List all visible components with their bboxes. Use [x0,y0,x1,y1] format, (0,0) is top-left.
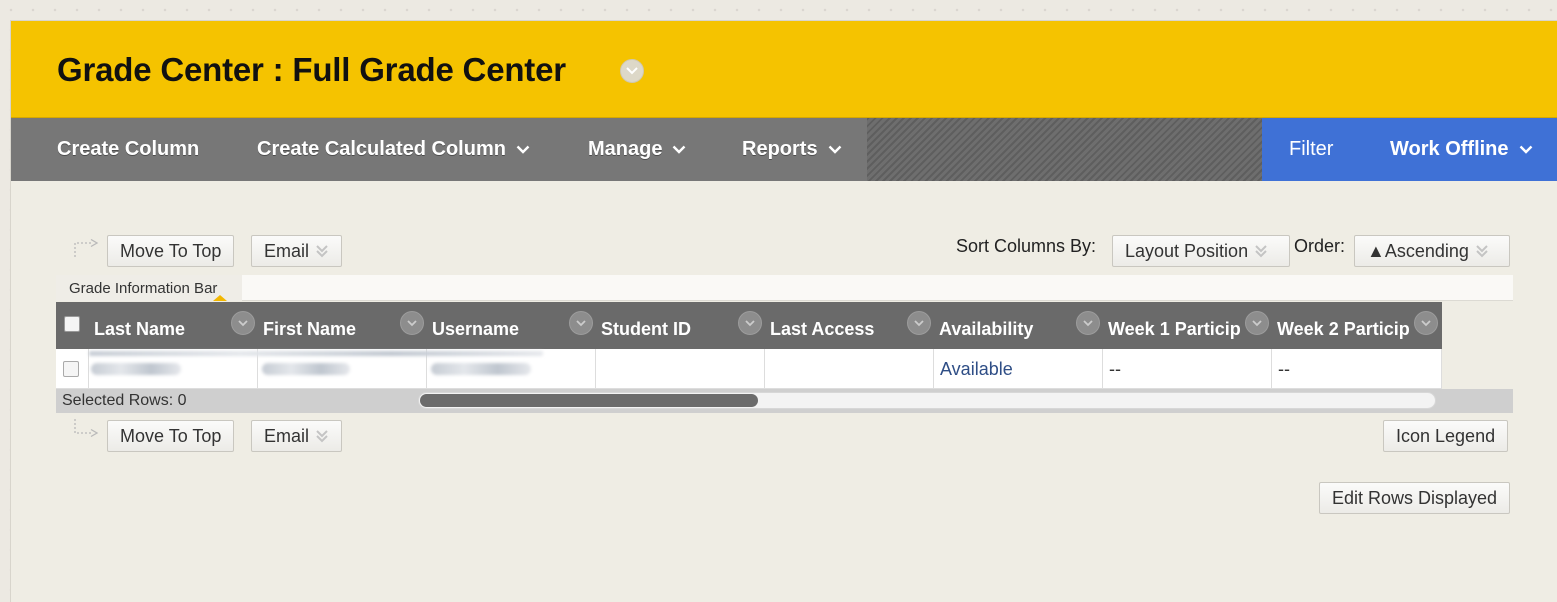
grade-information-bar-label: Grade Information Bar [69,279,218,297]
cell-student-id[interactable] [596,349,765,389]
double-chevron-down-icon [1254,243,1268,259]
column-header-label: Week 2 Particip [1277,319,1409,339]
selected-rows-bar: Selected Rows: 0 [56,389,1513,413]
order-select[interactable]: ▲Ascending [1354,235,1510,267]
column-header-week-2[interactable]: Week 2 Particip [1277,302,1409,349]
grade-information-bar: Grade Information Bar [56,275,1513,301]
select-all-checkbox[interactable] [64,316,80,332]
chevron-down-icon[interactable] [1076,311,1100,335]
column-header-label: Last Name [94,319,186,339]
chevron-down-icon [828,145,842,154]
column-header-last-name[interactable]: Last Name [94,302,224,349]
chevron-down-icon[interactable] [620,59,644,83]
sort-columns-select[interactable]: Layout Position [1112,235,1290,267]
move-to-top-button[interactable]: Move To Top [107,235,235,267]
double-chevron-down-icon [315,428,329,444]
cell-last-access[interactable] [765,349,934,389]
grid-header: Last Name First Name Username Student ID… [56,302,1442,349]
sort-columns-value: Layout Position [1125,240,1249,261]
scrollbar-thumb[interactable] [420,394,758,407]
redacted-text [91,363,181,375]
chevron-down-icon[interactable] [400,311,424,335]
email-menu-button[interactable]: Email [251,420,343,452]
icon-legend-button[interactable]: Icon Legend [1383,420,1509,452]
chevron-down-icon [672,145,686,154]
double-chevron-down-icon [315,243,329,259]
reports-menu[interactable]: Reports [742,118,842,181]
column-header-last-access[interactable]: Last Access [770,302,900,349]
work-offline-label: Work Offline [1390,138,1509,160]
grade-center-frame: Grade Center : Full Grade Center Create … [10,20,1557,602]
chevron-down-icon [1519,145,1533,154]
column-header-week-1[interactable]: Week 1 Particip [1108,302,1240,349]
create-column-label: Create Column [57,138,200,160]
work-offline-menu[interactable]: Work Offline [1390,118,1533,181]
column-header-label: Student ID [601,319,691,339]
redacted-text [262,363,350,375]
caret-up-icon [213,295,227,301]
manage-label: Manage [588,138,663,160]
move-to-top-button[interactable]: Move To Top [107,420,235,452]
edit-rows-displayed-label: Edit Rows Displayed [1332,487,1498,508]
horizontal-scrollbar[interactable] [418,392,1436,409]
create-column-button[interactable]: Create Column [57,118,199,181]
column-header-availability[interactable]: Availability [939,302,1069,349]
filter-button[interactable]: Filter [1289,118,1333,181]
order-value: ▲Ascending [1367,240,1469,261]
column-header-student-id[interactable]: Student ID [601,302,731,349]
page-title: Grade Center : Full Grade Center [57,51,566,88]
page-header: Grade Center : Full Grade Center [11,21,1557,118]
arrow-flow-icon [74,239,99,257]
arrow-flow-icon [74,419,99,438]
double-chevron-down-icon [1475,243,1489,259]
move-to-top-label: Move To Top [120,240,222,261]
order-label: Order: [1294,236,1346,256]
row-checkbox[interactable] [63,361,79,377]
edit-rows-displayed-button[interactable]: Edit Rows Displayed [1319,482,1511,514]
cell-availability[interactable]: Available [934,349,1103,389]
selected-rows-count: Selected Rows: 0 [62,392,187,409]
cell-value: -- [1109,358,1121,379]
action-bar-spacer [867,118,1262,181]
column-header-first-name[interactable]: First Name [263,302,393,349]
column-header-label: Last Access [770,319,875,339]
cell-week-2[interactable]: -- [1272,349,1442,389]
icon-legend-label: Icon Legend [1396,425,1496,446]
chevron-down-icon[interactable] [907,311,931,335]
email-label: Email [264,240,310,261]
column-header-label: Availability [939,319,1034,339]
filter-label: Filter [1289,138,1334,160]
row-select-cell [56,349,89,389]
email-label: Email [264,425,310,446]
action-bar: Create Column Create Calculated Column M… [11,118,1557,181]
manage-menu[interactable]: Manage [588,118,686,181]
redacted-text [431,363,531,375]
chevron-down-icon [516,145,530,154]
move-to-top-label: Move To Top [120,425,222,446]
column-header-label: Username [432,319,520,339]
column-header-username[interactable]: Username [432,302,562,349]
create-calculated-column-menu[interactable]: Create Calculated Column [257,118,530,181]
right-action-group: Filter Work Offline [1262,118,1557,181]
reports-label: Reports [742,138,818,160]
chevron-down-icon[interactable] [1414,311,1438,335]
cell-value: -- [1278,358,1290,379]
email-menu-button[interactable]: Email [251,235,343,267]
chevron-down-icon[interactable] [1245,311,1269,335]
cell-week-1[interactable]: -- [1103,349,1272,389]
availability-link[interactable]: Available [940,359,1013,380]
create-calculated-column-label: Create Calculated Column [257,138,506,160]
chevron-down-icon[interactable] [738,311,762,335]
column-header-label: First Name [263,319,357,339]
column-header-label: Week 1 Particip [1108,319,1240,339]
redacted-text [89,351,543,356]
chevron-down-icon[interactable] [569,311,593,335]
chevron-down-icon[interactable] [231,311,255,335]
sort-columns-label: Sort Columns By: [956,236,1097,256]
